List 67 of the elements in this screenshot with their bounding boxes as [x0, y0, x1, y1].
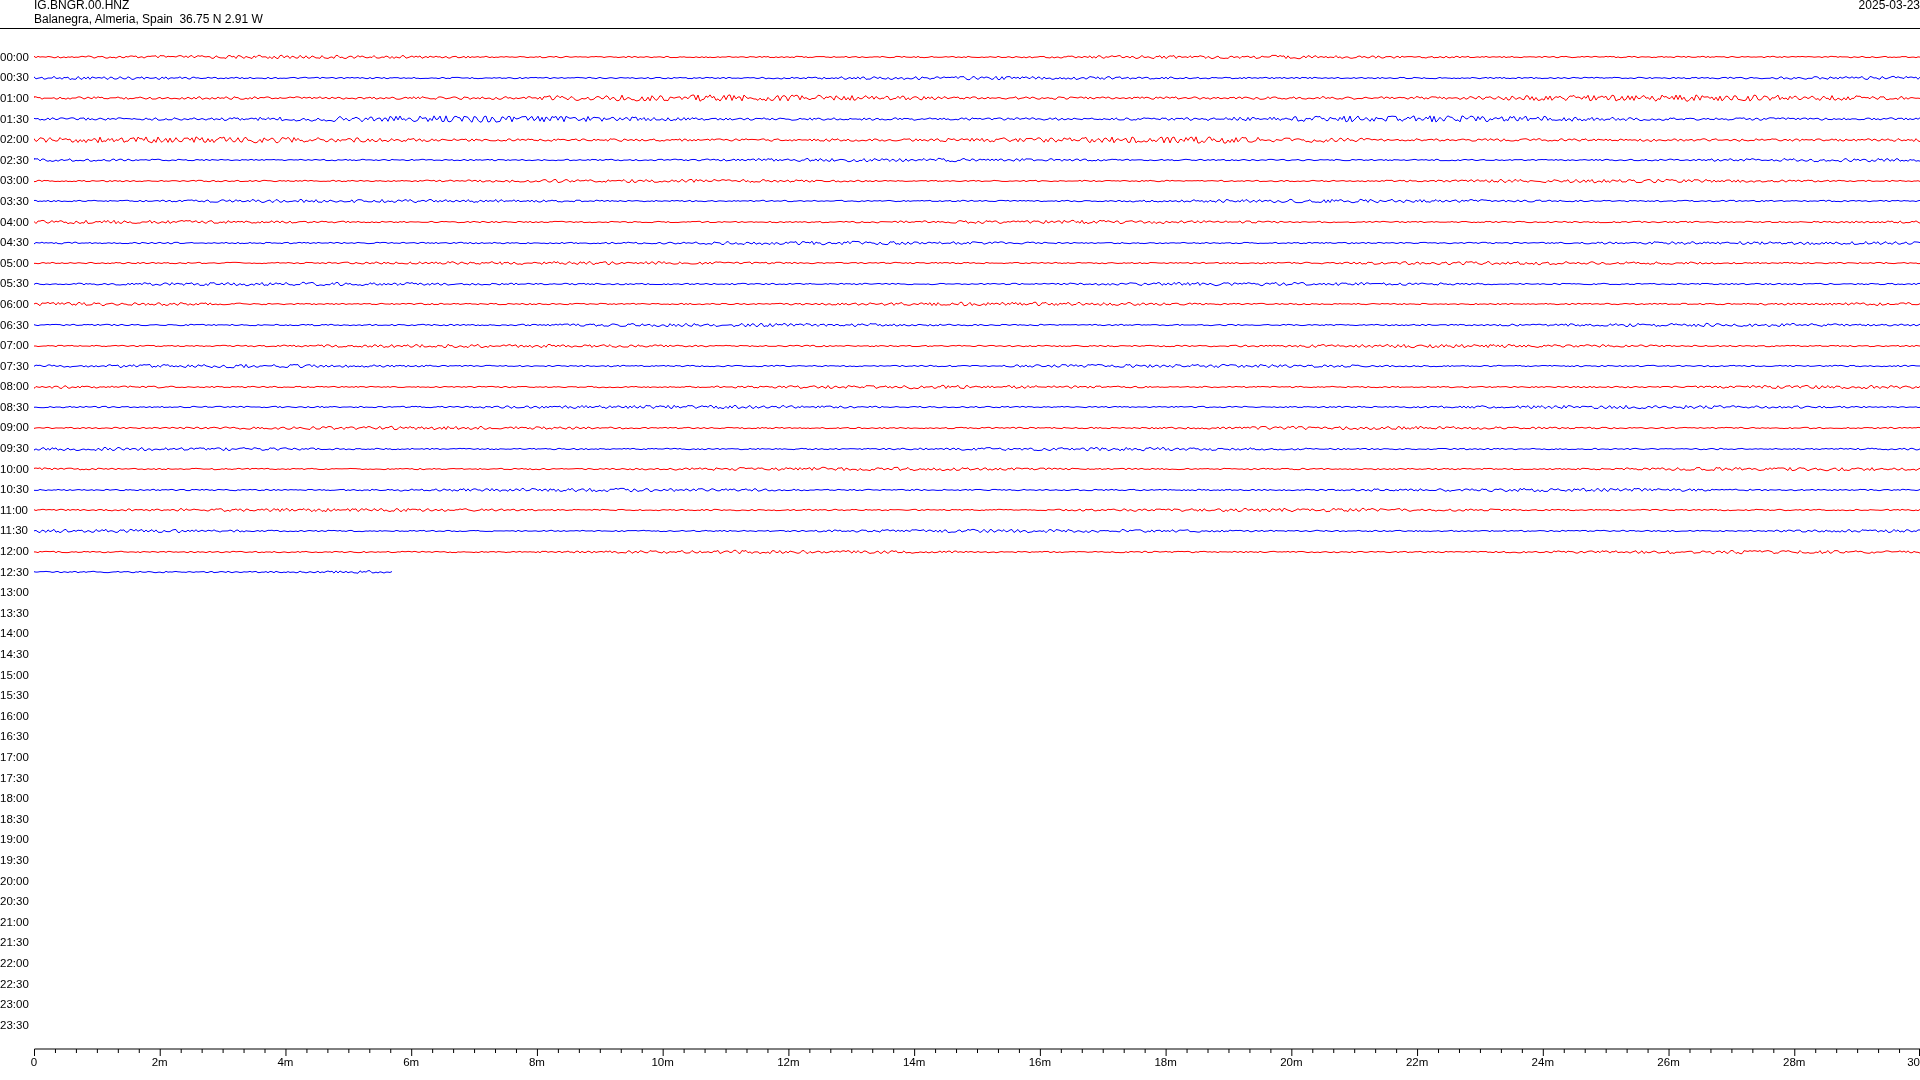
- time-label: 04:30: [0, 236, 30, 250]
- time-label: 05:30: [0, 277, 30, 291]
- time-label: 13:30: [0, 606, 30, 620]
- time-label: 02:00: [0, 133, 30, 147]
- axis-tick-label: 14m: [902, 1055, 926, 1069]
- time-label: 09:00: [0, 421, 30, 435]
- time-label: 07:00: [0, 339, 30, 353]
- time-label: 14:30: [0, 648, 30, 661]
- time-label: 19:00: [0, 833, 30, 847]
- time-label: 10:00: [0, 462, 30, 476]
- time-label: 04:00: [0, 215, 30, 229]
- time-label: 11:30: [0, 524, 29, 538]
- time-label: 15:30: [0, 689, 30, 703]
- time-label: 21:00: [0, 915, 30, 929]
- axis-tick-label: 18m: [1154, 1055, 1177, 1069]
- time-label: 23:00: [0, 998, 30, 1012]
- time-label: 22:00: [0, 956, 30, 970]
- time-label: 03:00: [0, 174, 30, 188]
- time-label: 16:00: [0, 709, 30, 723]
- axis-tick-label: 2m: [151, 1055, 168, 1069]
- time-label: 20:30: [0, 895, 30, 909]
- axis-tick-label: 6m: [403, 1055, 420, 1069]
- time-label: 01:30: [0, 112, 30, 126]
- time-label: 02:30: [0, 153, 30, 167]
- axis-tick-label: 0: [30, 1055, 38, 1069]
- time-label: 11:00: [0, 503, 29, 517]
- time-label: 07:30: [0, 359, 30, 373]
- axis-tick-label: 10m: [651, 1055, 674, 1069]
- station-location: Balanegra, Almeria, Spain 36.75 N 2.91 W: [34, 12, 263, 26]
- time-label: 06:30: [0, 318, 30, 332]
- axis-tick-label: 16m: [1028, 1055, 1052, 1069]
- axis-tick-label: 26m: [1657, 1055, 1680, 1069]
- time-label: 23:30: [0, 1018, 30, 1032]
- time-label: 03:30: [0, 194, 30, 208]
- date-label: 2025-03-23: [1858, 0, 1920, 14]
- axis-tick-label: 20m: [1280, 1055, 1303, 1069]
- time-label: 00:00: [0, 50, 30, 64]
- axis-tick-label: 30: [1907, 1055, 1920, 1069]
- time-label: 17:00: [0, 751, 30, 764]
- time-label: 21:30: [0, 936, 30, 950]
- time-label: 12:00: [0, 545, 30, 559]
- time-label: 09:30: [0, 442, 30, 456]
- time-label: 05:00: [0, 256, 30, 270]
- station-code: IG.BNGR.00.HNZ: [34, 0, 131, 12]
- time-label: 14:00: [0, 627, 30, 641]
- time-label: 08:30: [0, 400, 30, 414]
- time-label: 20:00: [0, 874, 30, 888]
- time-label: 15:00: [0, 668, 30, 682]
- time-label: 18:30: [0, 812, 30, 826]
- time-label: 10:30: [0, 483, 30, 497]
- time-label: 17:30: [0, 771, 30, 785]
- time-label: 16:30: [0, 730, 30, 744]
- time-label: 13:00: [0, 586, 30, 600]
- axis-tick-label: 4m: [277, 1055, 294, 1069]
- axis-tick-label: 12m: [777, 1055, 800, 1069]
- time-label: 12:30: [0, 565, 30, 579]
- time-label: 19:30: [0, 853, 30, 867]
- time-label: 00:30: [0, 71, 30, 85]
- time-label: 08:00: [0, 380, 30, 394]
- time-label: 18:00: [0, 792, 30, 806]
- axis-tick-label: 28m: [1783, 1055, 1806, 1069]
- axis-tick-label: 24m: [1531, 1055, 1554, 1069]
- time-label: 22:30: [0, 977, 30, 991]
- axis-tick-label: 8m: [528, 1055, 545, 1069]
- time-label: 06:00: [0, 297, 30, 311]
- time-label: 01:00: [0, 92, 30, 105]
- axis-tick-label: 22m: [1405, 1055, 1429, 1069]
